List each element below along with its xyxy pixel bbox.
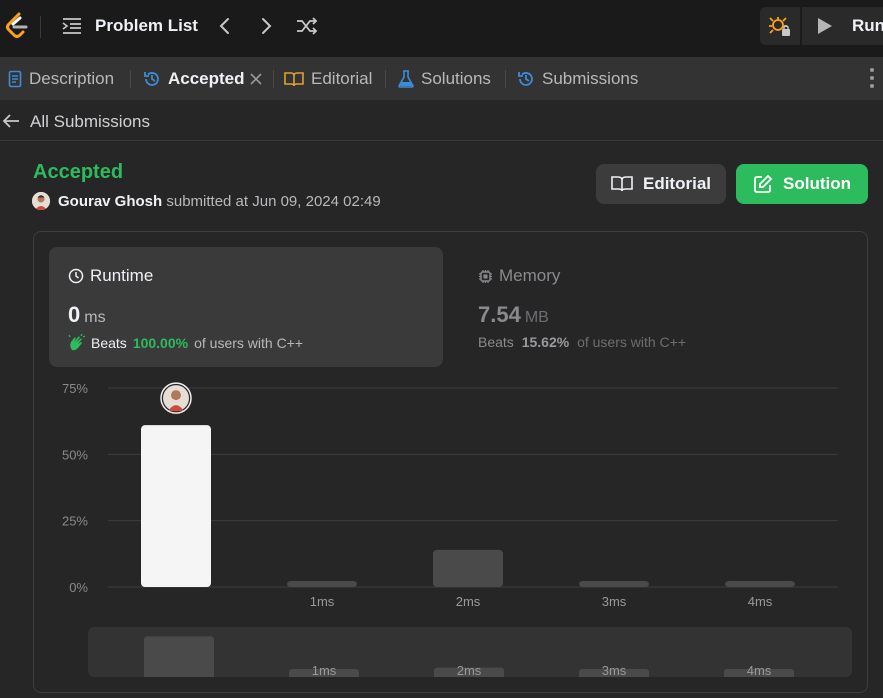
range-bar — [144, 636, 214, 677]
chart-bar — [141, 425, 211, 587]
memory-unit: MB — [524, 309, 549, 326]
bug-icon — [769, 17, 790, 36]
runtime-beats-percent: 100.00% — [132, 335, 189, 351]
runtime-unit: ms — [84, 309, 106, 326]
avatar[interactable] — [32, 192, 50, 210]
submission-meta: Gourav Ghosh submitted at Jun 09, 2024 0… — [58, 193, 381, 210]
submission-status: Accepted — [33, 161, 124, 183]
problem-list-link[interactable]: Problem List — [95, 16, 198, 36]
range-tick-label: 1ms — [312, 663, 337, 677]
debug-button[interactable] — [760, 7, 800, 45]
book-icon — [284, 72, 304, 87]
book-icon — [611, 176, 633, 192]
solution-button[interactable]: Solution — [736, 164, 868, 204]
memory-beats-label: Beats — [478, 334, 514, 350]
runtime-beats: Beats 100.00% of users with C++ — [68, 334, 303, 352]
tab-editorial[interactable]: Editorial — [284, 69, 372, 89]
clock-icon — [68, 268, 84, 284]
runtime-title-label: Runtime — [90, 266, 154, 285]
y-tick-label: 25% — [62, 514, 88, 529]
memory-beats-text: of users with C++ — [577, 334, 687, 350]
username-link[interactable]: Gourav Ghosh — [58, 193, 162, 210]
tab-submissions-label: Submissions — [542, 69, 639, 88]
history-icon — [144, 72, 159, 86]
tab-solutions-label: Solutions — [421, 69, 491, 88]
y-tick-label: 75% — [62, 381, 88, 396]
memory-beats: Beats 15.62% of users with C++ — [478, 334, 686, 350]
chip-icon — [479, 269, 492, 283]
x-tick-label: 1ms — [310, 594, 335, 609]
all-submissions-link[interactable]: All Submissions — [30, 112, 150, 132]
runtime-beats-text: of users with C++ — [194, 335, 304, 351]
solution-button-label: Solution — [783, 174, 851, 193]
x-tick-label: 3ms — [602, 594, 627, 609]
memory-title-label: Memory — [499, 266, 561, 285]
memory-title[interactable]: Memory — [478, 266, 560, 286]
y-tick-label: 50% — [62, 447, 88, 462]
run-label: Run — [852, 16, 883, 35]
chevron-left-icon[interactable] — [215, 16, 235, 36]
tab-solutions[interactable]: Solutions — [398, 69, 491, 89]
runtime-title: Runtime — [68, 266, 153, 286]
x-tick-label: 2ms — [456, 594, 481, 609]
memory-value: 7.54 MB — [478, 302, 549, 328]
document-icon — [8, 70, 22, 88]
memory-number: 7.54 — [478, 302, 521, 327]
tab-accepted-label: Accepted — [168, 69, 245, 88]
chevron-right-icon[interactable] — [256, 16, 276, 36]
tab-description-label: Description — [29, 69, 115, 88]
flask-icon — [398, 70, 414, 88]
leetcode-logo-icon[interactable] — [4, 12, 30, 40]
runtime-distribution-chart: 75% 50% 25% 0% 1ms 2ms 3ms 4ms — [62, 381, 838, 609]
tab-submissions[interactable]: Submissions — [517, 69, 638, 89]
range-tick-label: 3ms — [602, 663, 627, 677]
x-tick-label: 4ms — [748, 594, 773, 609]
range-tick-label: 2ms — [457, 663, 482, 677]
tab-accepted[interactable]: Accepted — [143, 69, 245, 89]
list-icon[interactable] — [62, 17, 82, 35]
tab-divider — [385, 70, 386, 88]
back-row: All Submissions — [0, 101, 883, 141]
topbar-divider — [40, 16, 41, 38]
tab-divider — [273, 70, 274, 88]
shuffle-icon[interactable] — [296, 16, 318, 36]
history-icon — [518, 72, 533, 86]
tab-divider — [130, 70, 131, 88]
run-button[interactable]: Run — [802, 7, 883, 45]
close-icon[interactable] — [248, 71, 264, 87]
chart-bar — [287, 581, 357, 587]
chart-bar — [433, 549, 503, 587]
runtime-number: 0 — [68, 302, 81, 327]
y-tick-label: 0% — [69, 580, 88, 595]
edit-icon — [754, 174, 773, 193]
user-avatar-icon — [32, 192, 50, 210]
chart-bar — [579, 581, 649, 587]
submitted-at-text: submitted at Jun 09, 2024 02:49 — [166, 193, 381, 210]
play-icon — [818, 18, 832, 34]
tab-divider — [505, 70, 506, 88]
runtime-value: 0 ms — [68, 302, 106, 328]
top-bar: Problem List Run — [0, 0, 883, 56]
avatar-face — [171, 390, 181, 401]
tab-description[interactable]: Description — [8, 69, 114, 89]
clap-icon — [68, 334, 86, 351]
chart-bar — [725, 581, 795, 587]
editorial-button-label: Editorial — [642, 174, 711, 193]
runtime-beats-label: Beats — [91, 335, 127, 351]
editorial-button[interactable]: Editorial — [596, 164, 726, 204]
range-tick-label: 4ms — [747, 663, 772, 677]
arrow-left-icon[interactable] — [2, 113, 20, 129]
chart-range-selector[interactable]: 1ms 2ms 3ms 4ms — [88, 627, 852, 677]
tab-editorial-label: Editorial — [311, 69, 373, 88]
memory-beats-percent: 15.62% — [521, 334, 570, 350]
more-options-icon[interactable] — [868, 65, 876, 91]
